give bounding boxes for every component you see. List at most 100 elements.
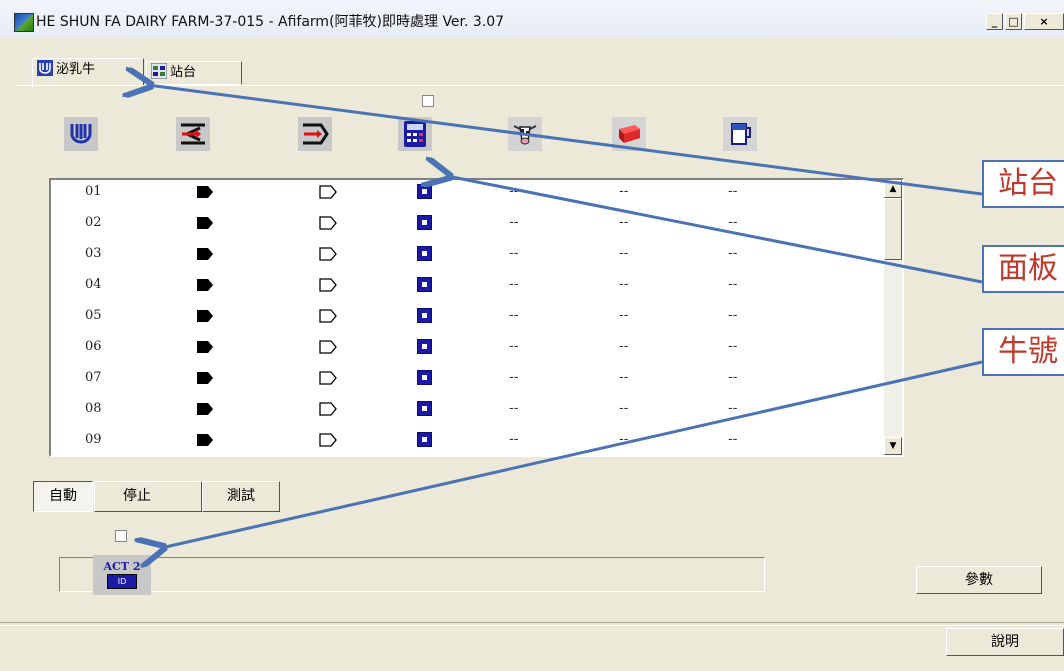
id-badge: ID (107, 574, 137, 589)
auto-mode-button[interactable]: 自動 (33, 481, 93, 512)
cow-head-value: -- (509, 246, 519, 261)
sort-out-indicator-icon (319, 216, 337, 230)
sort-out-indicator-icon (319, 247, 337, 261)
sort-out-indicator-icon (319, 402, 337, 416)
cow-number-cell: 07 (85, 370, 102, 385)
sort-out-indicator-icon (319, 309, 337, 323)
table-row[interactable]: 02 -- -- -- (51, 213, 871, 244)
red-box-value: -- (619, 308, 629, 323)
red-box-value: -- (619, 184, 629, 199)
sort-out-icon[interactable] (298, 117, 332, 151)
tab-label: 泌乳牛 (56, 62, 96, 77)
panel-indicator-icon (417, 401, 432, 416)
sort-in-indicator-icon (196, 185, 214, 199)
sort-in-indicator-icon (196, 433, 214, 447)
scroll-down-button[interactable]: ▼ (884, 437, 902, 455)
red-box-value: -- (619, 277, 629, 292)
milking-unit-icon[interactable] (64, 117, 98, 151)
sort-in-indicator-icon (196, 216, 214, 230)
milk-value: -- (728, 308, 738, 323)
panel-calculator-icon[interactable] (398, 117, 432, 151)
act-label: ACT 2 (103, 560, 141, 573)
app-icon (14, 13, 34, 32)
table-row[interactable]: 07 -- -- -- (51, 368, 871, 399)
minimize-button[interactable]: _ (986, 13, 1003, 30)
panel-indicator-icon (417, 277, 432, 292)
red-box-value: -- (619, 339, 629, 354)
panel-indicator-icon (417, 308, 432, 323)
table-row[interactable]: 04 -- -- -- (51, 275, 871, 306)
cow-head-value: -- (509, 184, 519, 199)
cow-head-value: -- (509, 308, 519, 323)
panel-indicator-icon (417, 184, 432, 199)
red-box-value: -- (619, 401, 629, 416)
test-mode-button[interactable]: 測試 (202, 481, 280, 512)
sort-in-indicator-icon (196, 309, 214, 323)
cow-number-field[interactable] (59, 557, 765, 592)
red-box-value: -- (619, 370, 629, 385)
cow-number-cell: 06 (85, 339, 102, 354)
milk-value: -- (728, 401, 738, 416)
cow-head-value: -- (509, 277, 519, 292)
sort-in-indicator-icon (196, 371, 214, 385)
callout-cow-number: 牛號 (982, 328, 1064, 376)
milk-value: -- (728, 184, 738, 199)
table-row[interactable]: 06 -- -- -- (51, 337, 871, 368)
panel-indicator-icon (417, 246, 432, 261)
panel-column-checkbox[interactable] (422, 95, 434, 107)
table-row[interactable]: 01 -- -- -- (51, 182, 871, 213)
milk-value: -- (728, 370, 738, 385)
red-box-icon[interactable] (612, 117, 646, 151)
red-box-value: -- (619, 215, 629, 230)
callout-station: 站台 (982, 160, 1064, 208)
scroll-thumb[interactable] (884, 198, 902, 260)
milk-value: -- (728, 246, 738, 261)
milk-value: -- (728, 215, 738, 230)
parameters-button[interactable]: 參數 (916, 566, 1042, 594)
cow-number-cell: 05 (85, 308, 102, 323)
title-bar: HE SHUN FA DAIRY FARM-37-015 - Afifarm(阿… (0, 0, 1064, 38)
act-id-icon[interactable]: ACT 2 ID (93, 555, 151, 595)
cow-udder-icon (37, 60, 53, 76)
tab-lactating-cows[interactable]: 泌乳牛 (32, 58, 144, 88)
table-row[interactable]: 05 -- -- -- (51, 306, 871, 337)
cow-id-checkbox[interactable] (115, 530, 127, 542)
sort-in-indicator-icon (196, 402, 214, 416)
cow-head-value: -- (509, 432, 519, 447)
panel-indicator-icon (417, 370, 432, 385)
table-row[interactable]: 03 -- -- -- (51, 244, 871, 275)
sort-out-indicator-icon (319, 433, 337, 447)
cow-head-value: -- (509, 401, 519, 416)
cow-number-cell: 03 (85, 246, 102, 261)
vertical-scrollbar[interactable]: ▲ ▼ (884, 180, 902, 455)
sort-in-icon[interactable] (176, 117, 210, 151)
cow-head-value: -- (509, 215, 519, 230)
divider (0, 622, 1064, 626)
sort-out-indicator-icon (319, 340, 337, 354)
station-icon (150, 62, 168, 80)
tab-label: 站台 (170, 65, 197, 80)
cow-station-list[interactable]: 01 -- -- -- 02 -- -- -- 03 -- -- -- 04 -- -- -- 05 -- -- --… (49, 178, 904, 457)
cow-number-cell: 09 (85, 432, 102, 447)
red-box-value: -- (619, 432, 629, 447)
panel-indicator-icon (417, 215, 432, 230)
help-button[interactable]: 說明 (946, 628, 1064, 656)
sort-out-indicator-icon (319, 371, 337, 385)
sort-out-indicator-icon (319, 185, 337, 199)
cow-number-cell: 02 (85, 215, 102, 230)
milk-pitcher-icon[interactable] (723, 117, 757, 151)
close-button[interactable]: × (1024, 13, 1064, 30)
cow-head-icon[interactable] (508, 117, 542, 151)
stop-mode-button[interactable]: 停止 (94, 481, 202, 512)
scroll-up-button[interactable]: ▲ (884, 180, 902, 198)
panel-indicator-icon (417, 432, 432, 447)
tab-stations[interactable]: 站台 (146, 61, 242, 85)
table-row[interactable]: 09 -- -- -- (51, 430, 871, 455)
cow-number-cell: 01 (85, 184, 102, 199)
table-row[interactable]: 08 -- -- -- (51, 399, 871, 430)
maximize-button[interactable]: □ (1005, 13, 1022, 30)
cow-number-cell: 08 (85, 401, 102, 416)
cow-head-value: -- (509, 370, 519, 385)
callout-panel: 面板 (982, 245, 1064, 293)
milk-value: -- (728, 432, 738, 447)
